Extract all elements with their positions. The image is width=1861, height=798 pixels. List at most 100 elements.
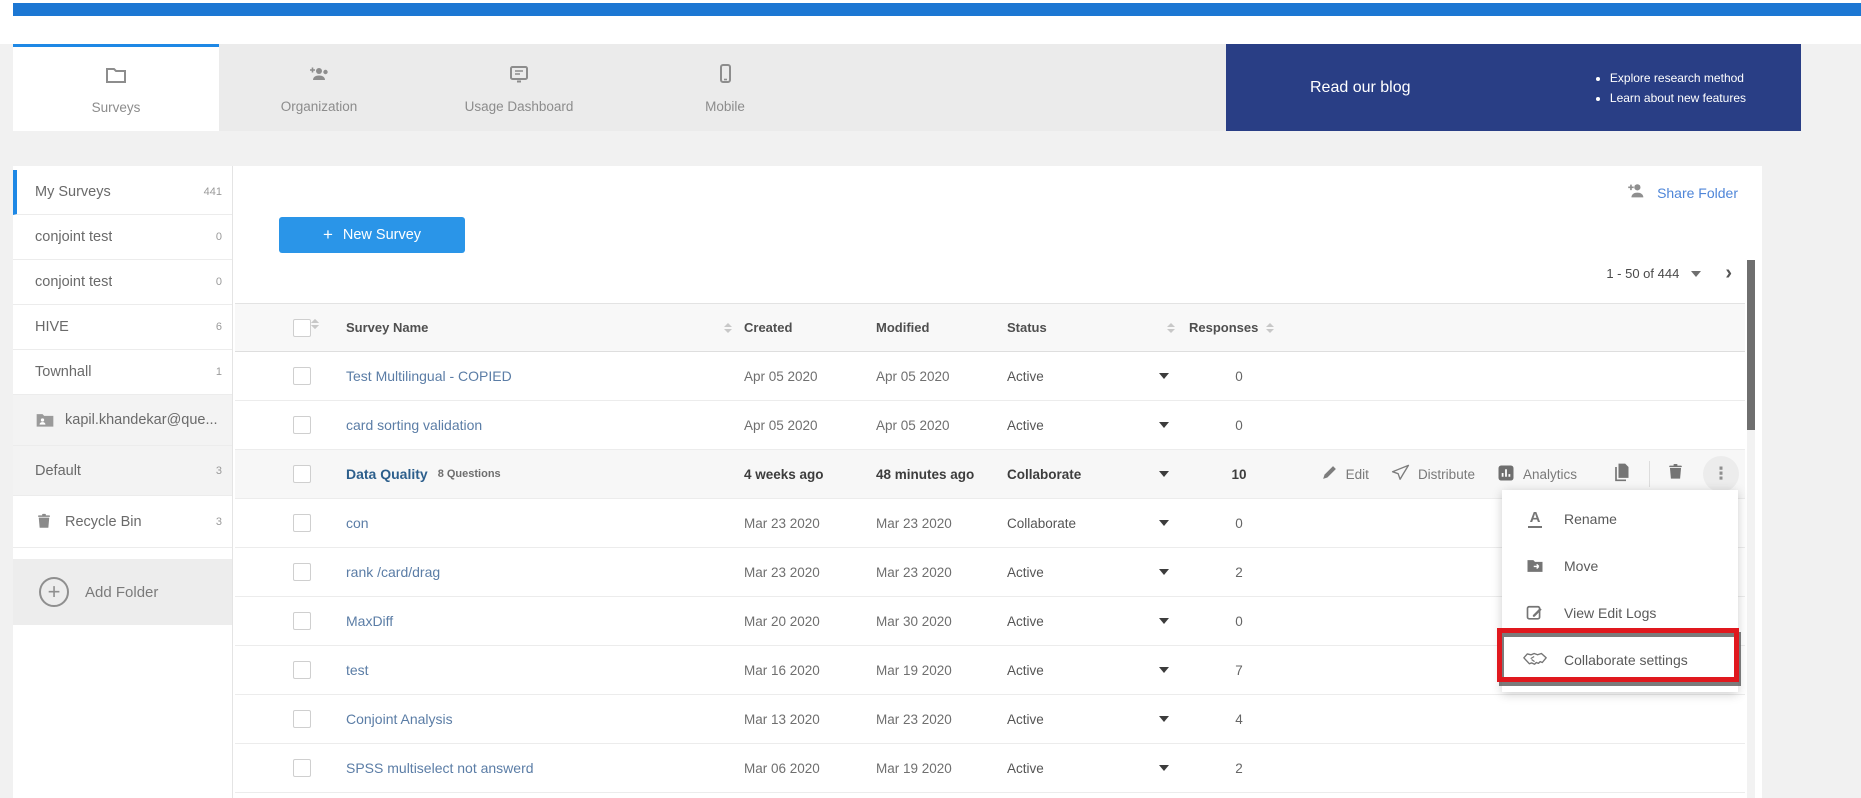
survey-name-link[interactable]: con	[346, 515, 369, 531]
column-header-modified[interactable]: Modified	[876, 319, 1007, 337]
modified-cell: Apr 05 2020	[876, 369, 1007, 384]
status-cell: Collaborate	[1007, 516, 1076, 531]
table-row[interactable]: Test Multilingual - COPIED Apr 05 2020 A…	[235, 352, 1745, 401]
more-actions-button[interactable]: ⋮	[1703, 456, 1739, 492]
column-header-survey-name[interactable]: Survey Name	[311, 320, 744, 335]
banner-bullet: Explore research method	[1610, 71, 1746, 85]
menu-item-view-edit-logs[interactable]: View Edit Logs	[1502, 589, 1738, 636]
row-checkbox[interactable]	[293, 612, 311, 630]
sidebar-item-townhall[interactable]: Townhall 1	[13, 350, 232, 395]
menu-item-rename[interactable]: A Rename	[1502, 495, 1738, 542]
divider	[1649, 461, 1650, 487]
status-caret-icon[interactable]	[1159, 765, 1169, 771]
question-count-badge: 8 Questions	[438, 468, 501, 480]
add-folder-button[interactable]: + Add Folder	[13, 559, 232, 625]
sidebar-item-conjoint-test-2[interactable]: conjoint test 0	[13, 260, 232, 305]
next-page-button[interactable]: ›	[1725, 262, 1732, 285]
created-cell: Apr 05 2020	[744, 369, 876, 384]
responses-cell: 2	[1189, 761, 1289, 776]
copy-survey-button[interactable]	[1611, 462, 1631, 487]
table-row[interactable]: Conjoint Analysis Mar 13 2020 Mar 23 202…	[235, 695, 1745, 744]
table-row[interactable]: card sorting validation Apr 05 2020 Apr …	[235, 401, 1745, 450]
survey-name-link[interactable]: rank /card/drag	[346, 564, 440, 580]
created-cell: Mar 20 2020	[744, 614, 876, 629]
column-header-status[interactable]: Status	[1007, 320, 1189, 335]
tab-label: Organization	[281, 99, 358, 114]
survey-name-link[interactable]: MaxDiff	[346, 613, 393, 629]
read-our-blog-link[interactable]: Read our blog	[1310, 79, 1411, 97]
sidebar-item-my-surveys[interactable]: My Surveys 441	[13, 170, 232, 215]
tab-surveys[interactable]: Surveys	[13, 44, 219, 131]
row-checkbox[interactable]	[293, 514, 311, 532]
row-checkbox[interactable]	[293, 367, 311, 385]
menu-item-move[interactable]: Move	[1502, 542, 1738, 589]
status-caret-icon[interactable]	[1159, 471, 1169, 477]
menu-item-collaborate-settings[interactable]: Collaborate settings	[1502, 636, 1738, 683]
new-survey-button[interactable]: + New Survey	[279, 217, 465, 253]
row-checkbox[interactable]	[293, 563, 311, 581]
tab-label: Mobile	[705, 99, 745, 114]
row-checkbox[interactable]	[293, 710, 311, 728]
survey-name-link[interactable]: Data Quality	[346, 466, 428, 482]
responses-cell: 10	[1189, 467, 1289, 482]
tab-mobile[interactable]: Mobile	[619, 44, 831, 131]
caret-down-icon	[1691, 271, 1701, 277]
created-cell: Mar 23 2020	[744, 516, 876, 531]
tab-usage-dashboard[interactable]: Usage Dashboard	[419, 44, 619, 131]
created-cell: Apr 05 2020	[744, 418, 876, 433]
edit-button[interactable]: Edit	[1321, 464, 1369, 484]
survey-name-link[interactable]: Test Multilingual - COPIED	[346, 368, 512, 384]
analytics-button[interactable]: Analytics	[1497, 464, 1577, 485]
row-checkbox[interactable]	[293, 759, 311, 777]
sort-icon	[724, 323, 732, 333]
responses-cell: 0	[1189, 516, 1289, 531]
move-folder-icon	[1522, 556, 1548, 576]
delete-survey-button[interactable]	[1666, 462, 1685, 486]
tab-organization[interactable]: Organization	[219, 44, 419, 131]
responses-cell: 2	[1189, 565, 1289, 580]
sidebar-item-default[interactable]: Default 3	[13, 446, 232, 496]
status-cell: Active	[1007, 369, 1044, 384]
survey-name-link[interactable]: test	[346, 662, 369, 678]
folder-count: 0	[216, 231, 222, 243]
tab-bar: Surveys Organization Usage Dashboard Mob…	[13, 44, 1801, 131]
status-caret-icon[interactable]	[1159, 569, 1169, 575]
sidebar-item-conjoint-test-1[interactable]: conjoint test 0	[13, 215, 232, 260]
survey-name-link[interactable]: SPSS multiselect not answerd	[346, 760, 534, 776]
created-cell: 4 weeks ago	[744, 467, 876, 482]
table-row[interactable]: SPSS multiselect not answerd Mar 06 2020…	[235, 744, 1745, 793]
survey-name-link[interactable]: card sorting validation	[346, 417, 482, 433]
surveys-main-panel: Share Folder + New Survey 1 - 50 of 444 …	[233, 166, 1762, 798]
select-all-checkbox[interactable]	[293, 319, 311, 337]
sort-icon	[1266, 323, 1274, 333]
status-caret-icon[interactable]	[1159, 618, 1169, 624]
sidebar-item-recycle-bin[interactable]: Recycle Bin 3	[13, 496, 232, 548]
distribute-button[interactable]: Distribute	[1391, 463, 1475, 485]
responses-cell: 4	[1189, 712, 1289, 727]
scrollbar-thumb[interactable]	[1747, 260, 1755, 430]
column-header-responses[interactable]: Responses	[1189, 320, 1289, 335]
plus-icon: +	[323, 225, 333, 245]
sidebar-item-shared-account[interactable]: kapil.khandekar@que...	[13, 395, 232, 446]
status-caret-icon[interactable]	[1159, 667, 1169, 673]
modified-cell: Mar 23 2020	[876, 565, 1007, 580]
status-caret-icon[interactable]	[1159, 520, 1169, 526]
row-checkbox[interactable]	[293, 416, 311, 434]
pencil-icon	[1321, 464, 1338, 484]
row-checkbox[interactable]	[293, 661, 311, 679]
status-caret-icon[interactable]	[1159, 422, 1169, 428]
survey-name-link[interactable]: Conjoint Analysis	[346, 711, 453, 727]
status-caret-icon[interactable]	[1159, 373, 1169, 379]
row-checkbox[interactable]	[293, 465, 311, 483]
plus-circle-icon: +	[39, 577, 69, 607]
column-header-created[interactable]: Created	[744, 319, 876, 337]
page-range-dropdown[interactable]: 1 - 50 of 444	[1606, 266, 1701, 281]
share-folder-button[interactable]: Share Folder	[1625, 180, 1738, 205]
sidebar-item-hive[interactable]: HIVE 6	[13, 305, 232, 350]
status-caret-icon[interactable]	[1159, 716, 1169, 722]
table-scrollbar[interactable]	[1747, 260, 1755, 798]
handshake-icon	[1522, 652, 1548, 667]
banner-bullet-list: Explore research method Learn about new …	[1596, 65, 1746, 111]
tab-label: Usage Dashboard	[465, 99, 574, 114]
trash-icon	[1666, 462, 1685, 486]
